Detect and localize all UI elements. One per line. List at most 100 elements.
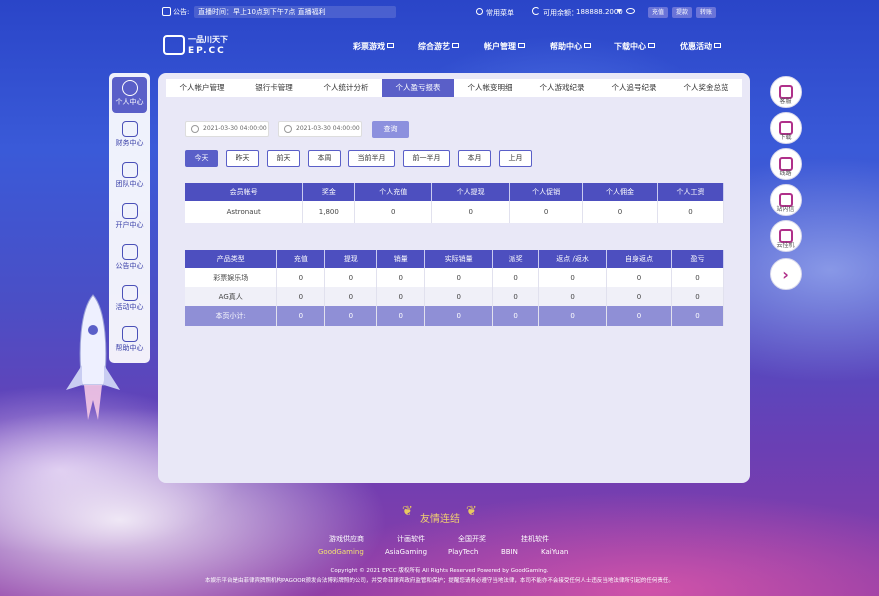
subtotal-row: 本页小计: 0 0 0 0 0 0 0 0: [185, 306, 725, 326]
notice-label: 公告:: [173, 8, 190, 16]
nav-account[interactable]: 帐户管理: [484, 41, 525, 52]
laurel-left-icon: ❦: [402, 504, 413, 519]
dropdown-icon: [518, 43, 525, 48]
nav-help[interactable]: 帮助中心: [550, 41, 591, 52]
tab-bar: 个人帐户管理 银行卡管理 个人统计分析 个人盈亏报表 个人帐变明细 个人游戏纪录…: [166, 79, 742, 97]
footer-link-bbin[interactable]: BBIN: [501, 548, 518, 556]
footer-link-game-providers[interactable]: 游戏供应商: [329, 534, 364, 544]
filter-day-before[interactable]: 前天: [267, 150, 300, 167]
footer-link-goodgaming[interactable]: GoodGaming: [318, 548, 364, 556]
sidebar-item-team-center[interactable]: 团队中心: [112, 159, 147, 195]
friend-links-title: 友情连结: [420, 514, 460, 525]
user-icon: [121, 80, 138, 96]
right-sidebar-cloud-bot[interactable]: 云挂机: [768, 220, 803, 252]
filter-current-half-month[interactable]: 当前半月: [348, 150, 395, 167]
nav-promotions[interactable]: 优惠活动: [680, 41, 721, 52]
tab-chase-records[interactable]: 个人追号纪录: [598, 79, 670, 97]
column-header: 产品类型: [185, 250, 278, 268]
right-sidebar-inbox[interactable]: 站内信: [768, 184, 803, 216]
notice-marquee[interactable]: 直播时间：早上10点到下午7点 直播福利: [194, 6, 396, 18]
nav-label: 彩票游戏: [353, 42, 385, 51]
column-header: 自身返点: [606, 250, 672, 268]
table-cell: 0: [376, 306, 426, 326]
footer-link-playtech[interactable]: PlayTech: [448, 548, 478, 556]
sidebar-item-account-opening[interactable]: 开户中心: [112, 200, 147, 236]
start-date-input[interactable]: 2021-03-30 04:00:00: [185, 121, 269, 137]
filter-previous-half-month[interactable]: 前一半月: [403, 150, 450, 167]
transfer-button[interactable]: 转账: [696, 7, 717, 18]
chevron-down-icon[interactable]: ▼: [617, 8, 622, 15]
sidebar-item-help[interactable]: 帮助中心: [112, 323, 147, 359]
logo-icon: [163, 35, 185, 55]
table-cell: 0: [606, 287, 672, 306]
site-logo[interactable]: 一品川天下 EP.CC: [163, 33, 233, 57]
footer-link-national-draws[interactable]: 全国开奖: [458, 534, 486, 544]
table-cell: 0: [431, 201, 511, 223]
dropdown-icon: [452, 43, 459, 48]
table-cell: 0: [276, 306, 326, 326]
filter-this-week[interactable]: 本周: [308, 150, 341, 167]
tab-account-management[interactable]: 个人帐户管理: [166, 79, 238, 97]
right-sidebar-routes[interactable]: 线路: [768, 148, 803, 180]
sidebar-item-label: 公告中心: [115, 262, 144, 270]
tab-bonus-overview[interactable]: 个人奖金总览: [670, 79, 742, 97]
summary-table: 会员帐号 奖金 个人充值 个人提现 个人促销 个人佣金 个人工资 Astrona…: [185, 183, 725, 223]
tab-account-changes[interactable]: 个人帐变明细: [454, 79, 526, 97]
sidebar-item-label: 财务中心: [115, 139, 144, 147]
deposit-button[interactable]: 充值: [648, 7, 669, 18]
sidebar-item-events[interactable]: 活动中心: [112, 282, 147, 318]
table-cell: 0: [492, 268, 540, 287]
table-cell: 0: [276, 268, 326, 287]
table-cell: 0: [492, 287, 540, 306]
right-sidebar-download[interactable]: 下载: [768, 112, 803, 144]
logo-title: 一品川天下: [188, 35, 228, 44]
tab-game-records[interactable]: 个人游戏纪录: [526, 79, 598, 97]
footer-link-bot-software[interactable]: 挂机软件: [521, 534, 549, 544]
help-icon: [121, 326, 138, 342]
footer-link-asiagaming[interactable]: AsiaGaming: [385, 548, 427, 556]
sidebar-item-finance-center[interactable]: 财务中心: [112, 118, 147, 154]
table-header-row: 会员帐号 奖金 个人充值 个人提现 个人促销 个人佣金 个人工资: [185, 183, 725, 201]
refresh-icon[interactable]: [532, 7, 540, 15]
column-header: 奖金: [302, 183, 356, 201]
query-button[interactable]: 查询: [372, 121, 409, 138]
common-menu-link[interactable]: 常用菜单: [486, 8, 514, 18]
table-row: AG真人 0 0 0 0 0 0 0 0: [185, 287, 725, 306]
sidebar-item-personal-center[interactable]: 个人中心: [112, 77, 147, 113]
end-date-value: 2021-03-30 04:00:00: [296, 125, 360, 132]
nav-download[interactable]: 下载中心: [614, 41, 655, 52]
table-cell: 0: [376, 287, 426, 306]
tab-bank-card[interactable]: 银行卡管理: [238, 79, 310, 97]
sidebar-item-label: 个人中心: [115, 98, 144, 106]
table-cell: 0: [606, 268, 672, 287]
end-date-input[interactable]: 2021-03-30 04:00:00: [278, 121, 362, 137]
right-sidebar-expand[interactable]: ›: [768, 258, 803, 290]
filter-today[interactable]: 今天: [185, 150, 218, 167]
dropdown-icon: [648, 43, 655, 48]
footer-link-kaiyuan[interactable]: KaiYuan: [541, 548, 568, 556]
dropdown-icon: [584, 43, 591, 48]
filter-yesterday[interactable]: 昨天: [226, 150, 259, 167]
table-cell: 0: [354, 201, 433, 223]
filter-last-month[interactable]: 上月: [499, 150, 532, 167]
nav-games[interactable]: 综合游艺: [418, 41, 459, 52]
main-panel: 个人帐户管理 银行卡管理 个人统计分析 个人盈亏报表 个人帐变明细 个人游戏纪录…: [158, 73, 750, 483]
sidebar-item-label: 帮助中心: [115, 344, 144, 352]
tab-statistics[interactable]: 个人统计分析: [310, 79, 382, 97]
tab-profit-loss-report[interactable]: 个人盈亏报表: [382, 79, 454, 97]
right-sidebar-customer-service[interactable]: 客服: [768, 76, 803, 108]
table-cell: 0: [276, 287, 326, 306]
sidebar-item-announcements[interactable]: 公告中心: [112, 241, 147, 277]
filter-this-month[interactable]: 本月: [458, 150, 491, 167]
table-cell: 本页小计:: [185, 306, 278, 326]
right-sidebar-label: 云挂机: [776, 242, 795, 249]
table-cell: 0: [671, 287, 725, 306]
disclaimer-text: 本娱乐平台是由菲律宾牌照机构PAGOOR颁发合法博彩牌照的公司，并受命菲律宾政府…: [205, 578, 674, 584]
withdraw-button[interactable]: 提款: [672, 7, 693, 18]
eye-icon[interactable]: [626, 8, 635, 14]
table-cell: 0: [657, 201, 725, 223]
table-cell: AG真人: [185, 287, 278, 306]
right-sidebar-label: 客服: [779, 98, 792, 105]
nav-lottery[interactable]: 彩票游戏: [353, 41, 394, 52]
footer-link-plan-software[interactable]: 计画软件: [397, 534, 425, 544]
